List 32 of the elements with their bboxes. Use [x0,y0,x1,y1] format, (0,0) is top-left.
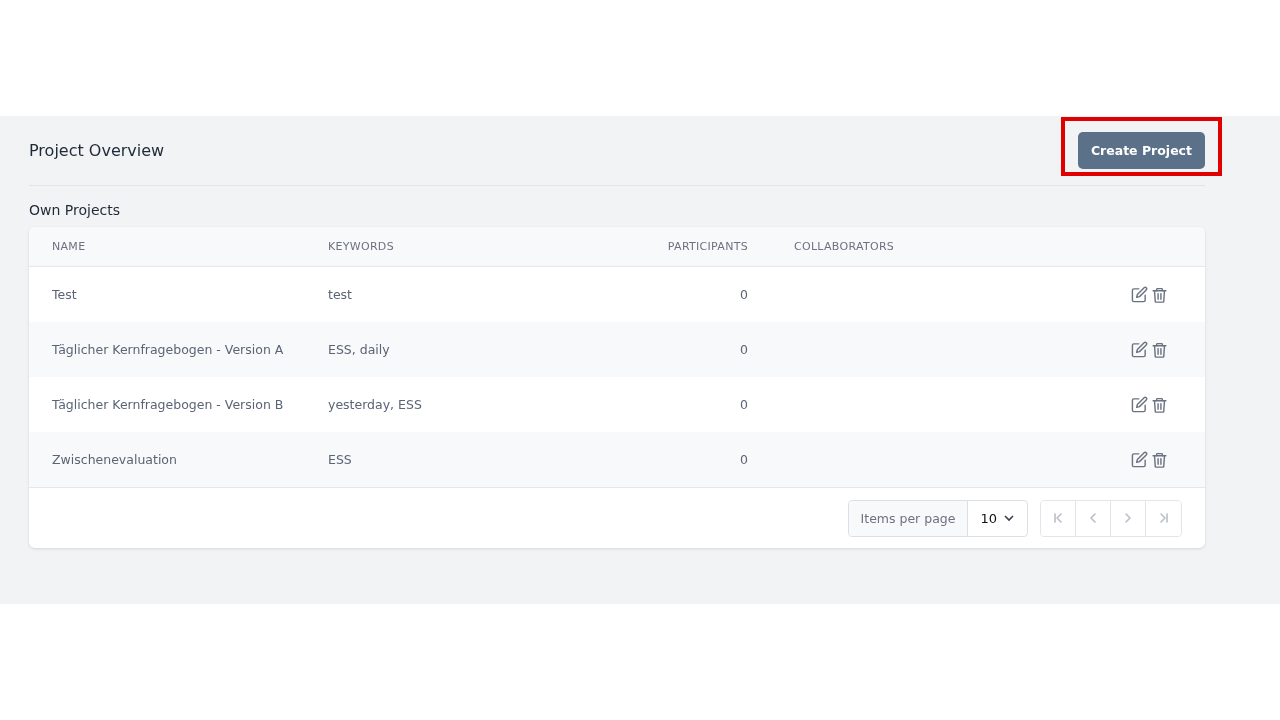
column-header: KEYWORDS [328,240,395,253]
column-header: PARTICIPANTS [666,240,748,253]
delete-icon[interactable] [1151,395,1168,414]
page-title: Project Overview [29,141,165,160]
table-cell-text: ESS, daily [328,342,391,357]
items-per-page-value: 10 [980,510,997,526]
delete-icon[interactable] [1151,450,1168,469]
table-cell-text: ESS [328,452,353,467]
chevron-down-icon [1003,514,1015,522]
table-cell-text: Täglicher Kernfragebogen - Version B [52,397,285,412]
table-cell-text: Test [52,287,78,302]
table-cell-text: test [328,287,353,302]
edit-icon[interactable] [1131,285,1148,303]
edit-icon[interactable] [1131,395,1148,413]
table-cell-text: Zwischenevaluation [52,452,178,467]
table-cell-text: 0 [739,397,748,412]
items-per-page-label: Items per page [848,500,969,536]
delete-icon[interactable] [1151,340,1168,359]
column-header: COLLABORATORS [793,240,895,253]
section-title: Own Projects [29,201,121,220]
table-cell-text: 0 [739,452,748,467]
table-cell-text: 0 [739,287,748,302]
table-cell-text: Täglicher Kernfragebogen - Version A [52,342,285,357]
table-cell-text: 0 [739,342,748,357]
edit-icon[interactable] [1131,340,1148,358]
create-project-button[interactable]: Create Project [1077,132,1205,169]
delete-icon[interactable] [1151,285,1168,304]
table-cell-text: yesterday, ESS [328,397,423,412]
items-per-page-control[interactable]: Items per page 10 [847,499,1028,537]
edit-icon[interactable] [1131,450,1148,468]
column-header: NAME [52,240,87,253]
chevron-bar-left-icon [1051,511,1065,525]
